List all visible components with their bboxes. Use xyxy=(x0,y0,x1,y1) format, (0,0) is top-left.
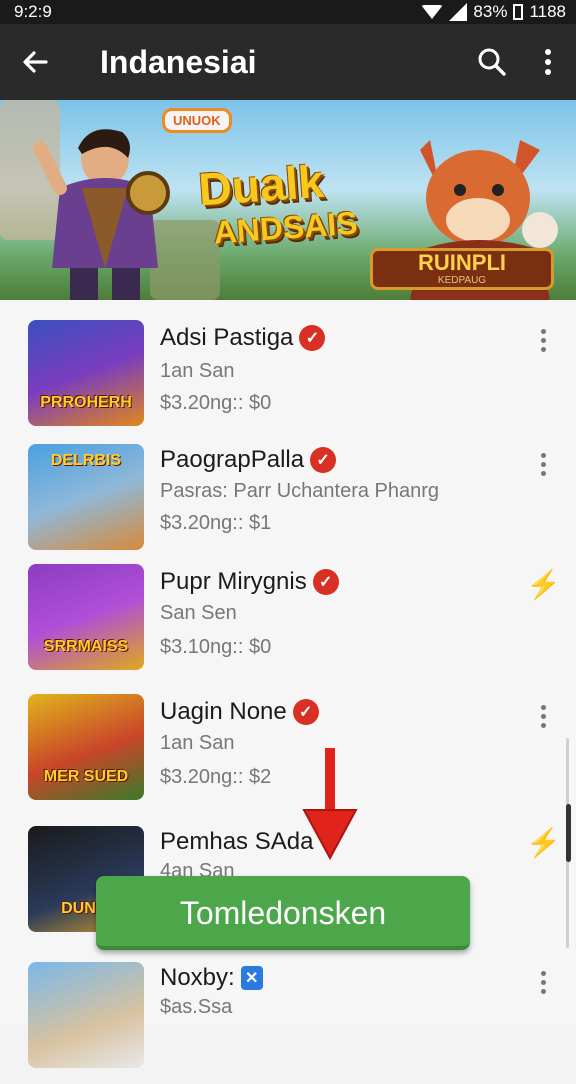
app-thumbnail: SRRMAISS xyxy=(28,564,144,670)
status-extra: 1188 xyxy=(529,2,566,21)
search-icon xyxy=(478,48,506,76)
app-thumbnail xyxy=(28,962,144,1068)
battery-icon xyxy=(513,4,524,20)
banner-title: Dualk ANDSAIS xyxy=(197,155,359,256)
item-title-row: Uagin None ✓ xyxy=(160,698,319,726)
list-item[interactable]: Noxby: ✕ $as.Ssa xyxy=(0,960,576,1084)
scrollbar-thumb[interactable] xyxy=(566,804,571,862)
battery-percent: 83% xyxy=(473,2,508,21)
item-title: PaograpPalla xyxy=(160,446,305,473)
item-title: Noxby: xyxy=(160,964,235,991)
item-title-row: Adsi Pastiga ✓ xyxy=(160,324,326,352)
item-title: Pemhas SAda xyxy=(160,828,314,855)
banner-tag: RUINPLI KEDPAUG xyxy=(370,248,554,290)
item-title: Adsi Pastiga xyxy=(160,324,294,351)
verified-badge-icon: ✓ xyxy=(299,325,326,351)
arrow-down-icon xyxy=(302,748,358,860)
back-button[interactable] xyxy=(0,24,70,100)
thumbnail-label: MER SUED xyxy=(43,768,129,785)
item-title-row: Pemhas SAda xyxy=(160,828,313,856)
banner-tag-sub: KEDPAUG xyxy=(437,275,487,286)
wifi-icon xyxy=(421,5,444,19)
status-bar: 9:2:9 83% 1188 xyxy=(0,0,576,24)
more-vert-icon xyxy=(545,49,551,75)
thumbnail-label: PRROHERH xyxy=(40,394,132,411)
arrow-left-icon xyxy=(23,51,48,73)
primary-action-button[interactable]: Tomledonsken xyxy=(96,876,470,950)
banner-tag-main: RUINPLI xyxy=(418,250,506,275)
app-bar: Indanesiai xyxy=(0,24,576,100)
item-price: $3.20ng:: $0 xyxy=(160,392,272,414)
verified-badge-icon: ✓ xyxy=(312,569,339,595)
item-title-row: PaograpPalla ✓ xyxy=(160,446,337,474)
overflow-menu-button[interactable] xyxy=(520,24,576,100)
item-title: Pupr Mirygnis xyxy=(160,568,307,595)
item-subtitle: 1an San xyxy=(160,360,235,382)
flash-icon[interactable]: ⚡ xyxy=(526,568,561,602)
verified-badge-icon: ✕ xyxy=(240,966,263,990)
flash-icon[interactable]: ⚡ xyxy=(526,826,561,860)
item-subtitle: $as.Ssa xyxy=(160,996,233,1018)
item-title-row: Pupr Mirygnis ✓ xyxy=(160,568,339,596)
thumbnail-label: SRRMAISS xyxy=(43,638,129,655)
item-title-row: Noxby: ✕ xyxy=(160,964,263,992)
status-time: 9:2:9 xyxy=(14,2,52,21)
list-item[interactable]: DELRBIS PaograpPalla ✓ Pasras: Parr Ucha… xyxy=(0,440,576,564)
list-item[interactable]: MER SUED Uagin None ✓ 1an San $3.20ng:: … xyxy=(0,694,576,818)
item-price: $3.20ng:: $1 xyxy=(160,512,272,534)
banner-badge: UNUOK xyxy=(162,108,232,133)
page-title: Indanesiai xyxy=(100,43,257,80)
item-more-button[interactable] xyxy=(530,962,556,1002)
signal-icon xyxy=(449,3,468,21)
promo-banner[interactable]: UNUOK Dualk ANDSAIS RUINPLI KEDPAUG xyxy=(0,100,576,300)
item-more-button[interactable] xyxy=(530,696,556,736)
list-item[interactable]: SRRMAISS Pupr Mirygnis ✓ San Sen $3.10ng… xyxy=(0,564,576,688)
banner-title-line2: ANDSAIS xyxy=(212,204,359,251)
status-icons: 83% 1188 xyxy=(421,2,566,22)
verified-badge-icon: ✓ xyxy=(310,447,337,473)
item-price: $3.10ng:: $0 xyxy=(160,636,272,658)
item-subtitle: Pasras: Parr Uchantera Phanrg xyxy=(160,480,440,502)
app-thumbnail: PRROHERH xyxy=(28,320,144,426)
warrior-character-image xyxy=(33,129,170,300)
verified-badge-icon: ✓ xyxy=(292,699,319,725)
list-item[interactable]: PRROHERH Adsi Pastiga ✓ 1an San $3.20ng:… xyxy=(0,316,576,440)
item-price: $3.20ng:: $2 xyxy=(160,766,272,788)
item-more-button[interactable] xyxy=(530,444,556,484)
search-button[interactable] xyxy=(464,24,520,100)
item-subtitle: San Sen xyxy=(160,602,237,624)
thumbnail-label: DELRBIS xyxy=(50,452,122,469)
app-thumbnail: DELRBIS xyxy=(28,444,144,550)
item-more-button[interactable] xyxy=(530,320,556,360)
item-title: Uagin None xyxy=(160,698,287,725)
item-subtitle: 1an San xyxy=(160,732,235,754)
app-thumbnail: MER SUED xyxy=(28,694,144,800)
